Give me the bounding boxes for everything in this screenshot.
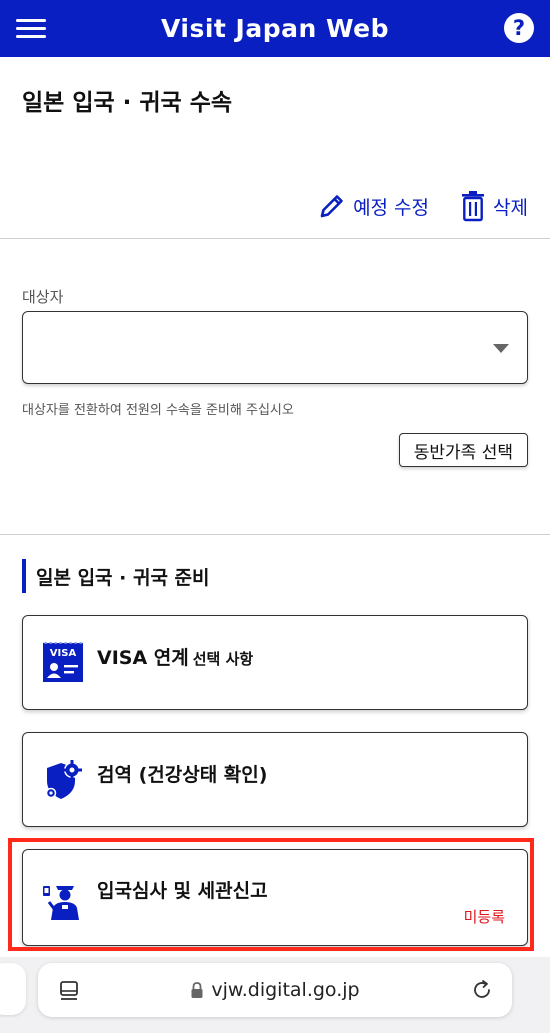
reload-icon[interactable] — [470, 978, 494, 1002]
browser-toolbar: vjw.digital.go.jp — [0, 957, 550, 1033]
page-title: 일본 입국 · 귀국 수속 — [22, 90, 233, 116]
action-row: 예정 수정 삭제 — [317, 190, 528, 222]
delete-label: 삭제 — [493, 196, 528, 219]
visa-link-card[interactable]: VISA VISA 연계 선택 사항 — [22, 615, 528, 710]
pencil-icon — [320, 195, 343, 218]
hamburger-menu-icon[interactable] — [16, 14, 46, 42]
app-header: Visit Japan Web ? — [0, 0, 550, 57]
delete-button[interactable]: 삭제 — [459, 190, 528, 222]
help-icon[interactable]: ? — [504, 13, 534, 43]
edit-schedule-button[interactable]: 예정 수정 — [317, 191, 429, 221]
lock-icon — [191, 982, 203, 998]
visa-card-optional-label: 선택 사항 — [192, 650, 254, 668]
url-display: vjw.digital.go.jp — [38, 963, 512, 1017]
target-helper-text: 대상자를 전환하여 전원의 수속을 준비해 주십시오 — [22, 403, 294, 418]
address-bar[interactable]: vjw.digital.go.jp — [38, 963, 512, 1017]
quarantine-card[interactable]: 검역 (건강상태 확인) — [22, 732, 528, 827]
previous-tab-stub[interactable] — [0, 963, 26, 1015]
section-accent-bar — [22, 559, 26, 593]
divider — [0, 238, 550, 239]
status-badge: 미등록 — [463, 908, 505, 926]
immigration-customs-card[interactable]: 입국심사 및 세관신고 미등록 — [22, 849, 528, 946]
visa-icon-text: VISA — [50, 648, 77, 659]
section-title: 일본 입국 · 귀국 준비 — [36, 566, 210, 589]
visa-card-icon: VISA — [42, 641, 84, 682]
quarantine-shield-gear-icon — [45, 760, 82, 799]
quarantine-card-title: 검역 (건강상태 확인) — [97, 764, 268, 786]
visa-card-title: VISA 연계 선택 사항 — [97, 643, 253, 670]
target-person-select[interactable] — [22, 311, 528, 384]
visa-card-title-text: VISA 연계 — [97, 647, 189, 669]
edit-schedule-label: 예정 수정 — [353, 196, 430, 219]
section-heading: 일본 입국 · 귀국 준비 — [22, 559, 210, 593]
divider — [0, 534, 550, 535]
immigration-card-title: 입국심사 및 세관신고 — [97, 880, 268, 902]
app-title: Visit Japan Web — [160, 14, 390, 43]
dropdown-arrow-icon — [493, 344, 509, 353]
trash-icon — [462, 191, 485, 222]
immigration-officer-icon — [43, 886, 79, 920]
select-family-button[interactable]: 동반가족 선택 — [398, 433, 528, 467]
url-text: vjw.digital.go.jp — [211, 979, 360, 1001]
target-person-label: 대상자 — [22, 288, 64, 306]
